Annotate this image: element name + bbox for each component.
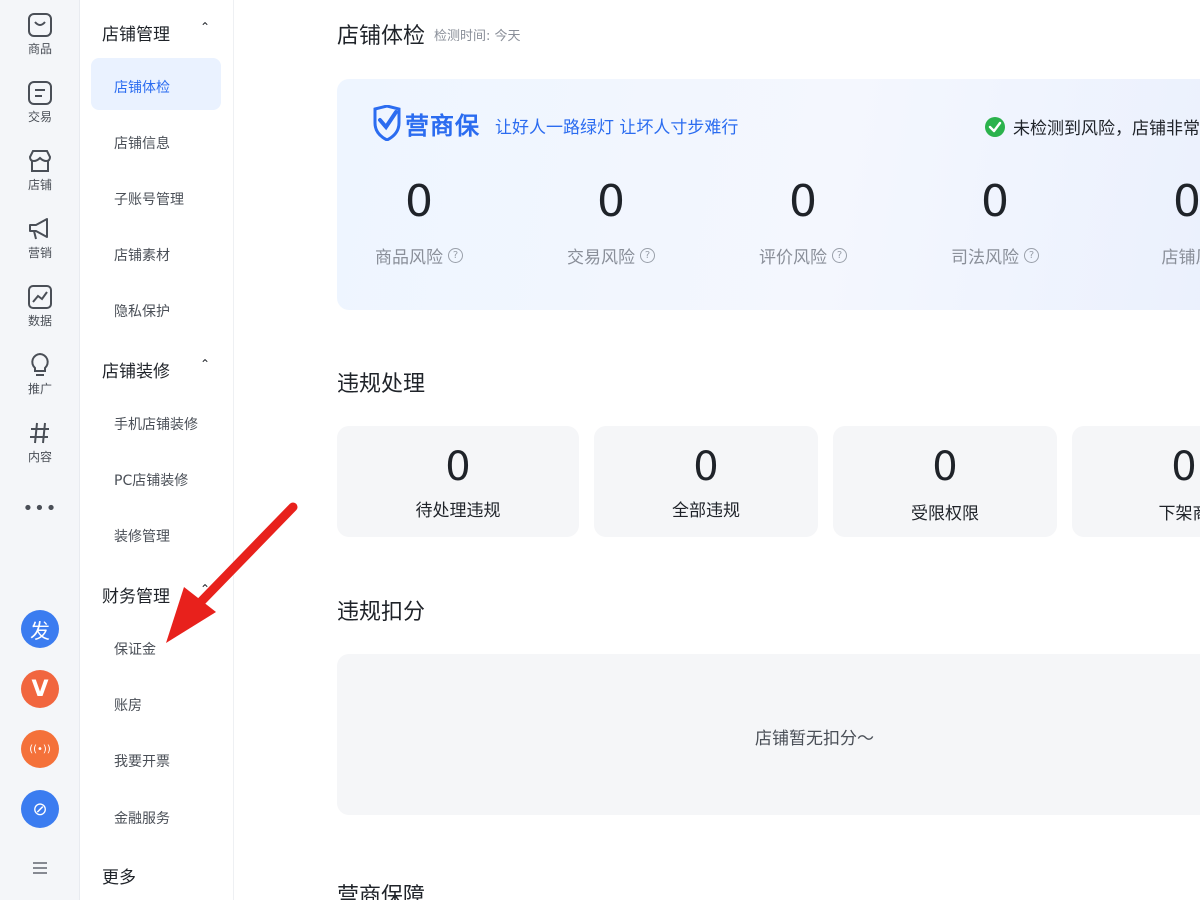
live-app-icon[interactable]: ((•)) [21,730,59,768]
risk-product: 0 商品风险? [334,177,504,268]
rail-label: 内容 [27,450,52,464]
page-title: 店铺体检 [337,24,426,49]
more-icon[interactable]: ••• [0,498,80,522]
group-label: 店铺管理 [102,25,170,45]
help-icon[interactable]: ? [640,248,655,263]
rail-label: 数据 [27,314,52,328]
violation-card-pending[interactable]: 0 待处理违规 [337,426,579,537]
violation-label: 下架商 [1158,504,1200,524]
brand-logo: 营商保 [373,105,480,141]
violation-value: 0 [932,444,958,490]
risk-value: 0 [981,176,1009,227]
shield-logo-icon [373,105,401,141]
violation-card-all[interactable]: 0 全部违规 [594,426,818,537]
chevron-up-icon: ⌃ [200,20,211,34]
violation-card-restricted[interactable]: 0 受限权限 [833,426,1057,537]
risk-label: 司法风险 [951,248,1019,268]
violation-label: 待处理违规 [415,501,501,521]
icon-rail: 商品 交易 店铺 营销 数据 推广 内容 ••• 发 V ((•)) ⊘ [0,0,80,900]
rail-label: 交易 [27,110,52,124]
violation-label: 全部违规 [672,501,740,521]
rail-label: 推广 [27,382,52,396]
rail-item-promotion[interactable]: 推广 [0,352,80,412]
risk-value: 0 [789,176,817,227]
help-icon[interactable]: ? [1024,248,1039,263]
help-icon[interactable]: ? [448,248,463,263]
chevron-up-icon: ⌃ [200,357,211,371]
rail-item-trade[interactable]: 交易 [0,80,80,140]
risk-trade: 0 交易风险? [526,177,696,268]
check-circle-icon [985,116,1005,137]
v-app-icon[interactable]: V [21,670,59,708]
sidebar-item-account-room[interactable]: 账房 [114,695,142,715]
fa-app-icon[interactable]: 发 [21,610,59,648]
check-time: 检测时间: 今天 [434,29,521,44]
risk-value: 0 [597,176,625,227]
chart-icon [28,285,52,309]
risk-value: 0 [1173,176,1200,227]
brand-name: 营商保 [405,111,480,140]
rail-item-data[interactable]: 数据 [0,284,80,344]
group-store-decoration[interactable]: 店铺装修 ⌃ [102,357,222,382]
compass-app-icon[interactable]: ⊘ [21,790,59,828]
sidebar-item-invoice[interactable]: 我要开票 [114,751,170,771]
chevron-up-icon: ⌃ [200,582,211,596]
risk-label: 店铺风 [1161,248,1200,268]
rail-item-marketing[interactable]: 营销 [0,216,80,276]
risk-label: 商品风险 [375,248,443,268]
sidebar-item-privacy[interactable]: 隐私保护 [114,301,170,321]
sidebar-item-store-materials[interactable]: 店铺素材 [114,245,170,265]
rail-label: 营销 [27,246,52,260]
bulb-icon [31,352,49,376]
risk-label: 交易风险 [567,248,635,268]
protect-section-title: 营商保障 [337,884,426,900]
trade-icon [28,81,52,105]
sidebar-item-deposit[interactable]: 保证金 [114,639,156,659]
violation-label: 受限权限 [911,504,979,524]
risk-label: 评价风险 [759,248,827,268]
violation-card-delisted[interactable]: 0 下架商 [1072,426,1200,537]
sidebar-item-store-info[interactable]: 店铺信息 [114,133,170,153]
group-store-management[interactable]: 店铺管理 ⌃ [102,20,222,45]
rail-item-store[interactable]: 店铺 [0,148,80,208]
deduct-empty-box: 店铺暂无扣分～ [337,654,1200,815]
deduct-section-title: 违规扣分 [337,600,426,625]
group-more[interactable]: 更多 [102,863,222,888]
sidebar-item-store-check[interactable]: 店铺体检 [114,77,170,97]
risk-review: 0 评价风险? [718,177,888,268]
rail-item-product[interactable]: 商品 [0,12,80,72]
menu-icon[interactable] [30,858,50,878]
help-icon[interactable]: ? [832,248,847,263]
sidebar-item-finance-service[interactable]: 金融服务 [114,808,170,828]
store-check-card: 营商保 让好人一路绿灯 让坏人寸步难行 未检测到风险，店铺非常 0 商品风险? … [337,79,1200,310]
group-label: 店铺装修 [102,362,170,382]
megaphone-icon [29,218,48,240]
violation-value: 0 [1171,444,1197,490]
group-finance[interactable]: 财务管理 ⌃ [102,582,222,607]
risk-store: 0 店铺风 [1102,176,1200,269]
main-content: 店铺体检 检测时间: 今天 营商保 让好人一路绿灯 让坏人寸步难行 未检测到风险… [234,0,1200,900]
store-icon [28,150,52,172]
rail-label: 商品 [27,42,52,56]
violation-value: 0 [445,444,471,490]
risk-value: 0 [405,176,433,227]
sidebar-item-mobile-decoration[interactable]: 手机店铺装修 [114,414,198,434]
risk-status: 未检测到风险，店铺非常 [985,114,1200,139]
rail-label: 店铺 [27,178,52,192]
group-label: 财务管理 [102,587,170,607]
violation-section-title: 违规处理 [337,372,426,397]
brand-slogan: 让好人一路绿灯 让坏人寸步难行 [495,118,739,138]
sidebar-item-decoration-manage[interactable]: 装修管理 [114,526,170,546]
hash-icon [30,422,49,444]
product-icon [28,13,52,37]
violation-value: 0 [693,444,719,490]
sidebar-item-pc-decoration[interactable]: PC店铺装修 [114,470,188,490]
empty-text: 店铺暂无扣分～ [755,729,874,749]
rail-item-content[interactable]: 内容 [0,420,80,480]
sidebar-item-sub-accounts[interactable]: 子账号管理 [114,189,184,209]
sidebar: 店铺管理 ⌃ 店铺体检 店铺信息 子账号管理 店铺素材 隐私保护 店铺装修 ⌃ … [80,0,234,900]
risk-judicial: 0 司法风险? [910,177,1080,268]
risk-status-text: 未检测到风险，店铺非常 [1013,119,1200,139]
